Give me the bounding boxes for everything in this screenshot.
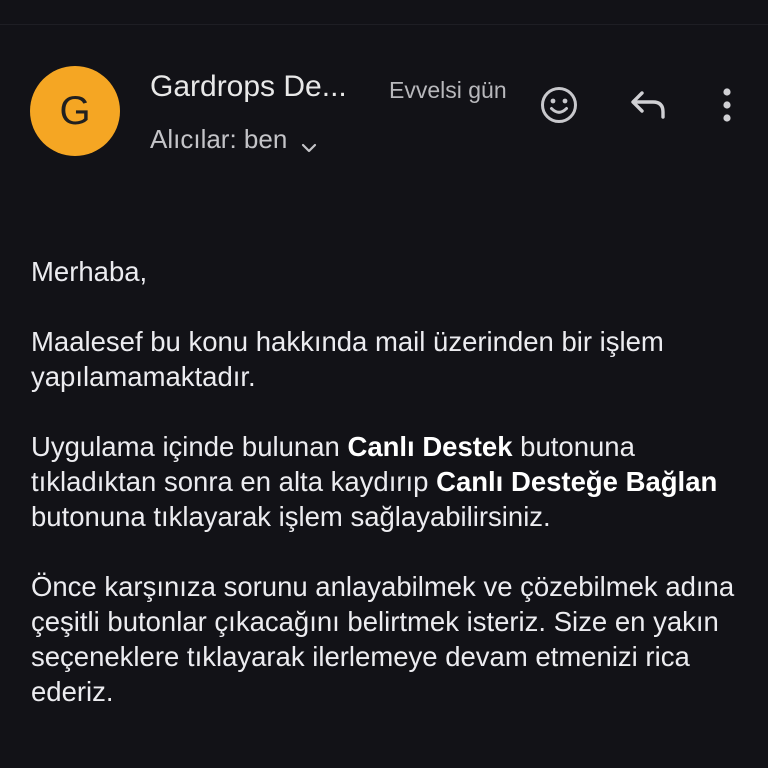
recipients-label: Alıcılar: ben [150, 124, 288, 154]
add-reaction-button[interactable] [538, 84, 580, 126]
email-body: Merhaba, Maalesef bu konu hakkında mail … [31, 254, 751, 744]
more-options-button[interactable] [712, 84, 742, 126]
more-vertical-icon [723, 88, 731, 122]
sender-name[interactable]: Gardrops De... [150, 70, 347, 104]
greeting: Merhaba, [31, 256, 148, 287]
emoji-reaction-icon [541, 87, 577, 123]
body-paragraph-3: Önce karşınıza sorunu anlayabilmek ve çö… [31, 571, 735, 707]
p2-text-c: butonuna tıklayarak işlem sağlayabilirsi… [31, 501, 551, 532]
recipients-toggle[interactable]: Alıcılar: ben [150, 124, 317, 155]
reply-button[interactable] [628, 86, 670, 124]
avatar-initial: G [59, 89, 91, 133]
p2-text-a: Uygulama içinde bulunan [31, 431, 348, 462]
top-divider [0, 24, 768, 25]
reply-icon [631, 91, 665, 119]
sender-avatar[interactable]: G [30, 66, 120, 156]
body-paragraph-1: Maalesef bu konu hakkında mail üzerinden… [31, 326, 664, 392]
email-date: Evvelsi gün [389, 77, 507, 103]
body-paragraph-2: Uygulama içinde bulunan Canlı Destek but… [31, 429, 751, 534]
connect-live-support-label: Canlı Desteğe Bağlan [436, 466, 718, 497]
live-support-label: Canlı Destek [347, 431, 513, 462]
chevron-down-icon [301, 132, 317, 152]
